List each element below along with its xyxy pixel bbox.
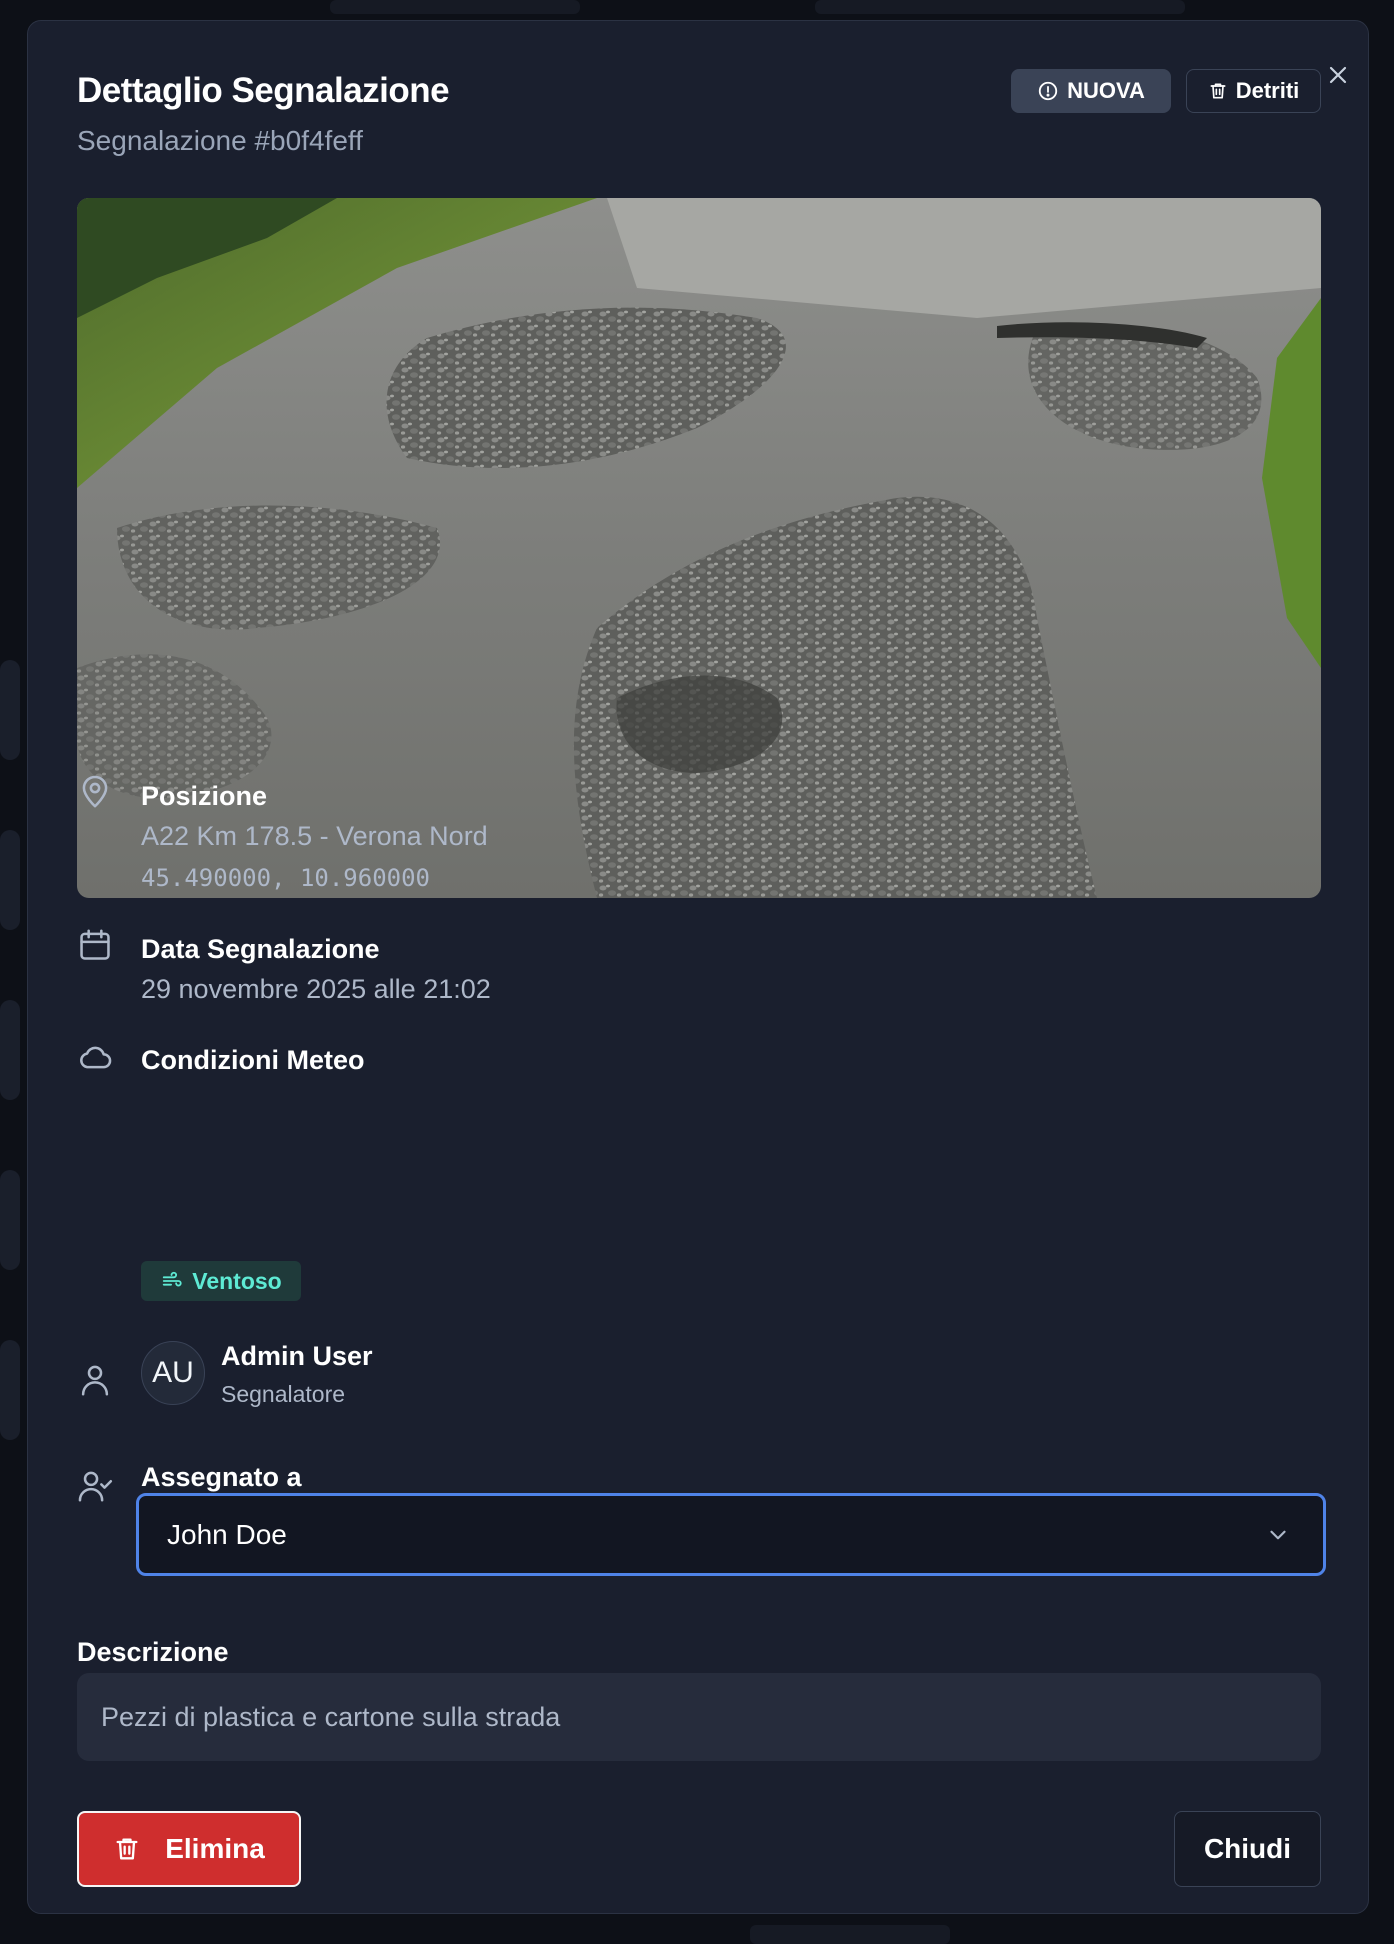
description-box: Pezzi di plastica e cartone sulla strada xyxy=(77,1673,1321,1761)
reporter-role: Segnalatore xyxy=(221,1381,346,1407)
background-element xyxy=(0,660,20,760)
date-value: 29 novembre 2025 alle 21:02 xyxy=(141,974,491,1004)
position-address: A22 Km 178.5 - Verona Nord xyxy=(141,821,488,851)
chevron-down-icon xyxy=(1270,1530,1286,1540)
date-label: Data Segnalazione xyxy=(141,934,380,964)
weather-label: Condizioni Meteo xyxy=(141,1045,365,1075)
user-check-icon xyxy=(78,1471,113,1502)
calendar-icon xyxy=(80,929,110,960)
close-icon[interactable] xyxy=(1318,55,1358,95)
trash-icon xyxy=(1210,83,1226,99)
description-text: Pezzi di plastica e cartone sulla strada xyxy=(101,1701,561,1732)
user-icon xyxy=(81,1365,109,1396)
background-element xyxy=(0,1000,20,1100)
avatar: AU xyxy=(141,1341,205,1405)
assignee-select[interactable]: John Doe xyxy=(136,1493,1326,1576)
background-element xyxy=(0,1170,20,1270)
delete-button[interactable]: Elimina xyxy=(77,1811,301,1887)
close-button-label: Chiudi xyxy=(1203,1833,1292,1864)
category-badge-label: Detriti xyxy=(1235,78,1300,103)
close-button[interactable]: Chiudi xyxy=(1174,1811,1321,1887)
alert-circle-icon xyxy=(1038,81,1058,101)
dialog-title: Dettaglio Segnalazione xyxy=(77,71,450,110)
background-element xyxy=(0,830,20,930)
status-badge-label: NUOVA xyxy=(1067,78,1145,103)
reporter-name: Admin User xyxy=(221,1341,373,1371)
background-element xyxy=(750,1925,950,1944)
cloud-icon xyxy=(80,1046,112,1069)
position-label: Posizione xyxy=(141,781,268,811)
background-element xyxy=(0,1340,20,1440)
background-element xyxy=(330,0,580,14)
description-label: Descrizione xyxy=(77,1637,229,1667)
background-element xyxy=(815,0,1185,14)
weather-value: Ventoso xyxy=(192,1267,282,1294)
report-detail-dialog: Dettaglio Segnalazione Segnalazione #b0f… xyxy=(27,20,1369,1914)
category-badge[interactable]: Detriti xyxy=(1186,69,1321,113)
assignee-select-value: John Doe xyxy=(167,1518,287,1550)
wind-icon xyxy=(163,1271,182,1287)
delete-button-label: Elimina xyxy=(165,1833,265,1864)
position-coordinates: 45.490000, 10.960000 xyxy=(141,864,430,892)
report-id: Segnalazione #b0f4feff xyxy=(77,125,363,156)
status-badge: NUOVA xyxy=(1011,69,1171,113)
assigned-label: Assegnato a xyxy=(141,1462,302,1492)
map-pin-icon xyxy=(82,775,108,808)
trash-icon xyxy=(116,1838,138,1860)
weather-badge: Ventoso xyxy=(141,1261,301,1301)
